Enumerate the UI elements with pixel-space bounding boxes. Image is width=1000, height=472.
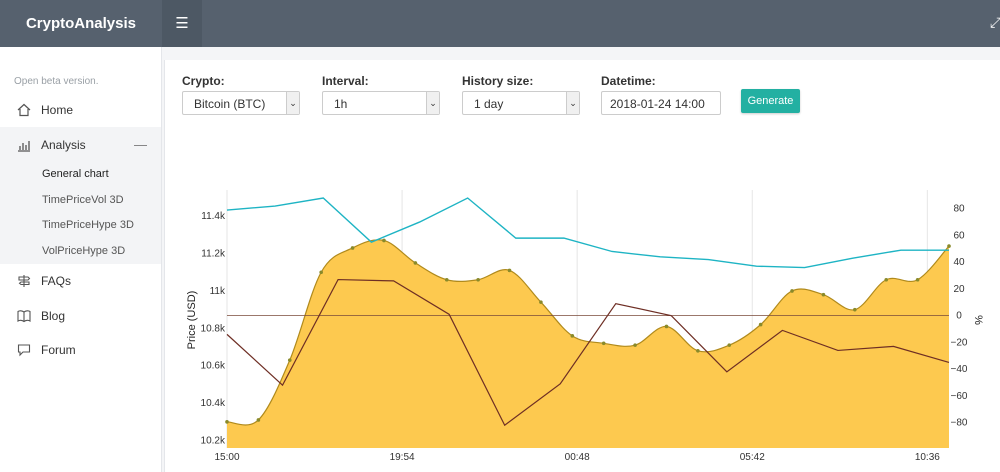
sidebar-subitem-volpricehype-3d[interactable]: VolPriceHype 3D bbox=[42, 245, 125, 257]
y2-axis-ticks: 80 60 40 20 0 −20 −40 −60 −80 bbox=[951, 204, 968, 429]
price-point bbox=[947, 244, 951, 248]
y2-axis-label: % bbox=[972, 315, 984, 325]
y-axis-label: Price (USD) bbox=[186, 291, 198, 350]
price-point bbox=[225, 420, 229, 424]
signpost-icon bbox=[18, 275, 31, 287]
price-point bbox=[601, 341, 606, 346]
hamburger-icon: ☰ bbox=[175, 15, 189, 32]
chat-icon bbox=[17, 344, 31, 357]
app-title[interactable]: CryptoAnalysis bbox=[0, 0, 162, 47]
price-point bbox=[444, 277, 449, 282]
x-tick-label: 05:42 bbox=[740, 452, 765, 463]
sidebar-item-label: Forum bbox=[41, 343, 76, 357]
price-point bbox=[633, 343, 637, 347]
sidebar-item-label: FAQs bbox=[41, 274, 72, 288]
y2-tick-label: −40 bbox=[951, 364, 968, 375]
sidebar-item-analysis[interactable]: Analysis — bbox=[0, 129, 161, 161]
price-chart: 10.2k 10.4k 10.6k 10.8k 11k 11.2k 11.4k 80 60 40… bbox=[186, 190, 984, 463]
book-icon bbox=[17, 310, 31, 323]
x-tick-label: 19:54 bbox=[390, 452, 415, 463]
x-tick-label: 00:48 bbox=[565, 452, 590, 463]
y-tick-label: 10.2k bbox=[201, 436, 226, 447]
y2-tick-label: 20 bbox=[953, 284, 965, 295]
price-point bbox=[664, 324, 669, 329]
y2-tick-label: 60 bbox=[953, 230, 965, 241]
y2-tick-label: 0 bbox=[956, 311, 962, 322]
menu-toggle-button[interactable]: ☰ bbox=[162, 0, 202, 47]
fullscreen-icon[interactable]: ⤢ bbox=[990, 14, 1000, 32]
y-tick-label: 10.4k bbox=[201, 398, 226, 409]
y2-tick-label: −80 bbox=[951, 418, 968, 429]
y2-tick-label: −20 bbox=[951, 337, 968, 348]
y2-tick-label: 80 bbox=[953, 204, 965, 215]
price-point bbox=[790, 289, 794, 293]
price-point bbox=[476, 277, 480, 282]
sidebar-item-label: Home bbox=[41, 103, 74, 117]
y2-tick-label: −60 bbox=[951, 391, 968, 402]
sidebar: Open beta version. Home Analysis — Gener… bbox=[0, 47, 162, 472]
price-point bbox=[350, 246, 355, 250]
y-tick-label: 10.6k bbox=[201, 361, 226, 372]
x-axis-ticks: 15:00 19:54 00:48 05:42 10:36 bbox=[214, 452, 940, 463]
y-tick-label: 11.2k bbox=[201, 249, 226, 260]
price-point bbox=[382, 238, 386, 243]
price-point bbox=[884, 277, 889, 282]
sidebar-item-label: Blog bbox=[41, 309, 66, 323]
price-point bbox=[319, 270, 323, 275]
price-point bbox=[570, 334, 575, 338]
sidebar-subitem-general-chart[interactable]: General chart bbox=[42, 168, 109, 180]
sidebar-item-blog[interactable]: Blog bbox=[0, 300, 161, 332]
price-point bbox=[287, 358, 292, 362]
collapse-icon[interactable]: — bbox=[134, 137, 147, 152]
sidebar-item-label: Analysis bbox=[41, 138, 86, 152]
y-tick-label: 11.4k bbox=[201, 211, 226, 222]
y-tick-label: 11k bbox=[210, 286, 226, 297]
price-point bbox=[758, 322, 763, 327]
home-icon bbox=[17, 103, 31, 117]
beta-note: Open beta version. bbox=[14, 76, 99, 87]
y-axis-ticks: 10.2k 10.4k 10.6k 10.8k 11k 11.2k 11.4k bbox=[201, 211, 226, 446]
y-tick-label: 10.8k bbox=[201, 323, 226, 334]
price-point bbox=[915, 277, 920, 282]
price-point bbox=[507, 268, 512, 273]
sidebar-subitem-timepricevol-3d[interactable]: TimePriceVol 3D bbox=[42, 194, 124, 206]
price-point bbox=[413, 261, 418, 265]
sidebar-item-forum[interactable]: Forum bbox=[0, 334, 161, 366]
x-tick-label: 10:36 bbox=[915, 452, 940, 463]
price-point bbox=[696, 348, 700, 353]
price-point bbox=[727, 343, 732, 347]
price-point bbox=[256, 418, 261, 422]
x-tick-label: 15:00 bbox=[214, 452, 239, 463]
analysis-submenu: Analysis — General chart TimePriceVol 3D… bbox=[0, 127, 161, 264]
bar-chart-icon bbox=[18, 141, 30, 152]
top-bar: CryptoAnalysis ☰ ⤢ bbox=[0, 0, 1000, 47]
main-panel: Crypto: Bitcoin (BTC) ⌄ Interval: 1h ⌄ H… bbox=[164, 60, 1000, 472]
sidebar-item-home[interactable]: Home bbox=[0, 94, 161, 126]
sidebar-subitem-timepricehype-3d[interactable]: TimePriceHype 3D bbox=[42, 219, 134, 231]
price-point bbox=[821, 292, 826, 297]
price-point bbox=[853, 307, 857, 312]
price-point bbox=[539, 300, 543, 304]
sidebar-item-faqs[interactable]: FAQs bbox=[0, 265, 161, 297]
y2-tick-label: 40 bbox=[953, 257, 965, 268]
